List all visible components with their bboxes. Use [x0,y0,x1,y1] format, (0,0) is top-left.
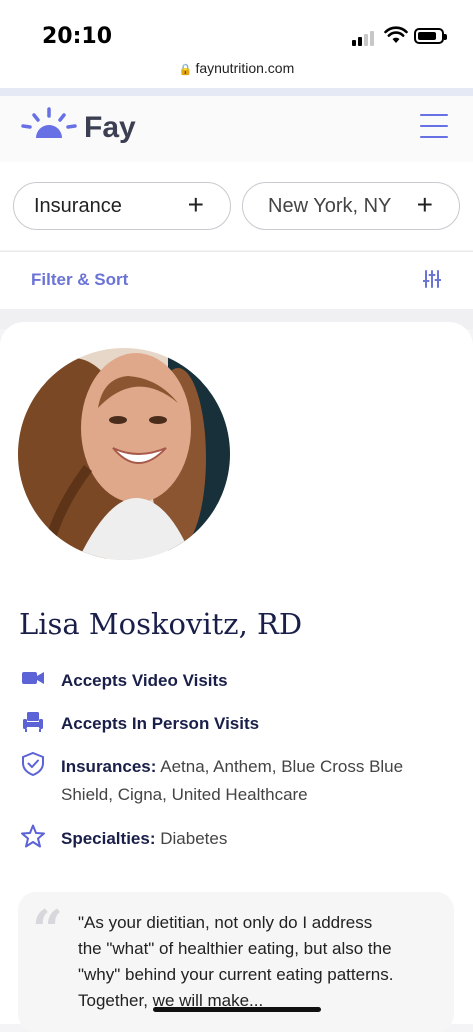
lock-icon: 🔒 [178,64,193,76]
hamburger-menu-icon[interactable] [420,112,448,140]
specialties-text: Specialties: Diabetes [61,829,228,848]
status-bar: 20:10 [0,0,473,60]
site-header: Fay [0,96,473,162]
sun-logo-icon [21,107,77,138]
status-time: 20:10 [42,24,113,49]
shield-check-icon [22,751,44,777]
battery-icon [414,28,447,44]
provider-card[interactable]: Lisa Moskovitz, RD Accepts Video Visits … [0,322,473,1032]
filter-bar: Insurance + New York, NY + [0,162,473,250]
sliders-icon[interactable] [423,270,441,288]
filter-sort-bar[interactable]: Filter & Sort [0,251,473,310]
insurances-text: Insurances: Aetna, Anthem, Blue Cross Bl… [61,757,404,804]
brand-name[interactable]: Fay [84,111,136,145]
provider-name[interactable]: Lisa Moskovitz, RD [19,607,302,641]
insurance-filter-button[interactable]: Insurance + [13,182,231,230]
plus-icon: + [410,189,433,221]
browser-url-bar[interactable]: 🔒 faynutrition.com [0,60,473,88]
provider-photo[interactable] [18,348,230,560]
url-text: faynutrition.com [195,60,295,76]
cellular-signal-icon [352,30,380,46]
location-filter-label: New York, NY [268,195,392,217]
wifi-icon [384,26,408,43]
video-camera-icon [22,672,44,684]
star-icon [21,824,45,848]
home-indicator[interactable] [153,1007,321,1012]
quote-mark-icon: “ [32,898,64,962]
quote-text: "As your dietitian, not only do I addres… [78,913,394,1010]
filter-sort-label: Filter & Sort [31,270,129,289]
location-filter-button[interactable]: New York, NY + [242,182,460,230]
in-person-visits-text: Accepts In Person Visits [61,714,260,733]
divider [0,88,473,96]
insurance-filter-label: Insurance [34,195,122,217]
video-visits-text: Accepts Video Visits [61,671,228,690]
chair-icon [23,712,43,732]
plus-icon: + [187,189,204,220]
